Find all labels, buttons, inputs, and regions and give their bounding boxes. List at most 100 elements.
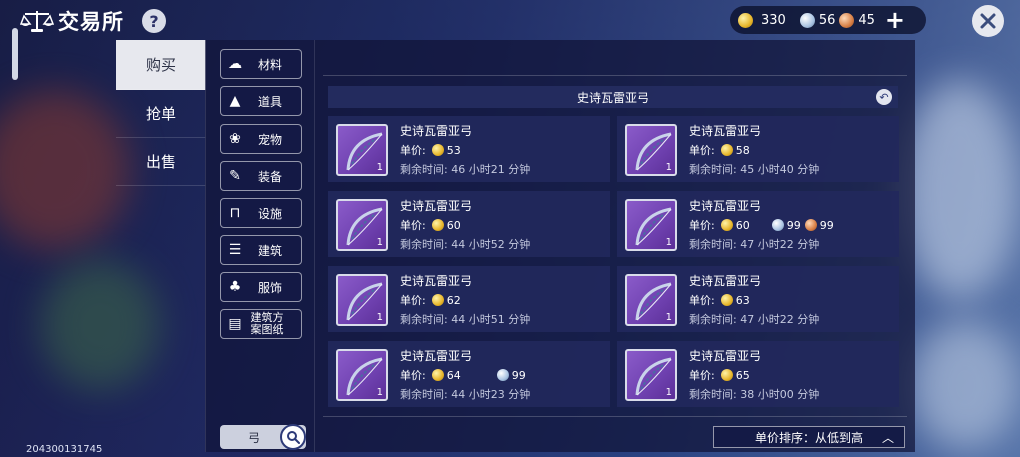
category-blueprints[interactable]: ▤ 建筑方案图纸 bbox=[220, 309, 302, 339]
silver-coin-icon bbox=[799, 12, 815, 28]
price-row: 单价: 63 bbox=[689, 292, 750, 308]
category-clothing[interactable]: ♣ 服饰 bbox=[220, 272, 302, 302]
page-title: 交易所 bbox=[58, 10, 124, 34]
price-row: 单价: 60 99 99 bbox=[689, 217, 834, 233]
price-row: 单价: 58 bbox=[689, 142, 750, 158]
gold-coin-icon bbox=[720, 369, 733, 381]
price-label: 单价: bbox=[400, 294, 426, 307]
gold-price: 62 bbox=[446, 293, 461, 307]
item-name: 史诗瓦雷亚弓 bbox=[689, 124, 762, 138]
price-row: 单价: 62 bbox=[400, 292, 461, 308]
tab-buy[interactable]: 购买 bbox=[116, 40, 206, 90]
remaining-time: 剩余时间: 44 小时51 分钟 bbox=[400, 311, 530, 327]
time-label: 剩余时间: bbox=[400, 388, 448, 401]
gold-coin-icon bbox=[720, 294, 733, 306]
category-materials[interactable]: ☁ 材料 bbox=[220, 49, 302, 79]
listing-card[interactable]: 1 史诗瓦雷亚弓 单价: 62 剩余时间: 44 小时51 分钟 bbox=[328, 266, 610, 332]
back-button[interactable]: ↶ bbox=[876, 89, 892, 105]
add-currency-button[interactable]: + bbox=[885, 8, 905, 32]
category-props[interactable]: ▲ 道具 bbox=[220, 86, 302, 116]
category-pets[interactable]: ❀ 宠物 bbox=[220, 124, 302, 154]
item-quantity: 1 bbox=[376, 387, 383, 398]
gold-coin-icon bbox=[720, 219, 733, 231]
listing-card[interactable]: 1 史诗瓦雷亚弓 单价: 63 剩余时间: 47 小时22 分钟 bbox=[617, 266, 899, 332]
sort-label: 单价排序：从低到高 bbox=[754, 430, 863, 445]
remaining-time: 剩余时间: 47 小时22 分钟 bbox=[689, 311, 819, 327]
close-button[interactable] bbox=[972, 5, 1004, 37]
silver-price: 99 bbox=[786, 218, 801, 232]
listing-panel: 史诗瓦雷亚弓 ↶ 1 史诗瓦雷亚弓 单价: 53 剩余时间: 46 小时21 分钟 1 史诗… bbox=[315, 40, 915, 452]
remaining-time: 剩余时间: 44 小时52 分钟 bbox=[400, 236, 530, 252]
chevron-up-icon: ︿ bbox=[881, 431, 894, 445]
clothing-icon: ♣ bbox=[228, 279, 242, 295]
item-name: 史诗瓦雷亚弓 bbox=[689, 274, 762, 288]
equipment-icon: ✎ bbox=[229, 168, 241, 184]
time-label: 剩余时间: bbox=[400, 238, 448, 251]
price-label: 单价: bbox=[400, 219, 426, 232]
silver-coin-icon bbox=[771, 219, 784, 231]
item-thumbnail: 1 bbox=[625, 349, 677, 401]
item-quantity: 1 bbox=[665, 162, 672, 173]
time-label: 剩余时间: bbox=[689, 163, 737, 176]
listing-card[interactable]: 1 史诗瓦雷亚弓 单价: 60 99 99 剩余时间: 47 小时22 分钟 bbox=[617, 191, 899, 257]
item-name: 史诗瓦雷亚弓 bbox=[689, 199, 762, 213]
listing-card[interactable]: 1 史诗瓦雷亚弓 单价: 60 剩余时间: 44 小时52 分钟 bbox=[328, 191, 610, 257]
gold-coin-icon bbox=[720, 144, 733, 156]
category-label: 设施 bbox=[257, 206, 282, 221]
close-icon bbox=[980, 13, 996, 29]
silver-price: 99 bbox=[511, 368, 526, 382]
search-button[interactable] bbox=[280, 424, 306, 450]
divider bbox=[323, 416, 907, 417]
item-name: 史诗瓦雷亚弓 bbox=[400, 274, 473, 288]
paw-icon: ❀ bbox=[229, 131, 241, 147]
item-thumbnail: 1 bbox=[625, 124, 677, 176]
item-thumbnail: 1 bbox=[336, 199, 388, 251]
item-name: 史诗瓦雷亚弓 bbox=[689, 349, 762, 363]
item-thumbnail: 1 bbox=[625, 199, 677, 251]
listing-card[interactable]: 1 史诗瓦雷亚弓 单价: 65 剩余时间: 38 小时00 分钟 bbox=[617, 341, 899, 407]
currency-bar: 330 56 45 + bbox=[730, 6, 926, 34]
remaining-time: 剩余时间: 45 小时40 分钟 bbox=[689, 161, 819, 177]
time-label: 剩余时间: bbox=[689, 388, 737, 401]
category-facilities[interactable]: ⊓ 设施 bbox=[220, 198, 302, 228]
listing-card[interactable]: 1 史诗瓦雷亚弓 单价: 53 剩余时间: 46 小时21 分钟 bbox=[328, 116, 610, 182]
time-value: 47 小时22 分钟 bbox=[740, 238, 820, 251]
side-scrollbar[interactable] bbox=[12, 28, 18, 80]
item-header-title: 史诗瓦雷亚弓 bbox=[576, 90, 649, 105]
time-value: 47 小时22 分钟 bbox=[740, 313, 820, 326]
search-icon bbox=[287, 431, 300, 444]
tab-sell[interactable]: 出售 bbox=[116, 138, 206, 186]
silver-amount: 56 bbox=[818, 12, 836, 28]
item-header: 史诗瓦雷亚弓 ↶ bbox=[328, 86, 898, 108]
scale-icon bbox=[20, 11, 54, 32]
category-label: 材料 bbox=[257, 57, 282, 72]
listing-card[interactable]: 1 史诗瓦雷亚弓 单价: 58 剩余时间: 45 小时40 分钟 bbox=[617, 116, 899, 182]
gold-price: 60 bbox=[735, 218, 750, 232]
tab-grab-order[interactable]: 抢单 bbox=[116, 90, 206, 138]
category-buildings[interactable]: ☰ 建筑 bbox=[220, 235, 302, 265]
remaining-time: 剩余时间: 44 小时23 分钟 bbox=[400, 386, 530, 402]
category-label: 建筑 bbox=[257, 243, 282, 258]
gold-coin-icon bbox=[738, 12, 753, 28]
copper-amount: 45 bbox=[858, 12, 875, 28]
category-sidebar: ☁ 材料 ▲ 道具 ❀ 宠物 ✎ 装备 ⊓ 设施 ☰ 建筑 ♣ 服饰 ▤ 建筑方… bbox=[205, 40, 315, 452]
category-label: 服饰 bbox=[257, 280, 282, 295]
blueprint-icon: ▤ bbox=[228, 316, 242, 332]
gold-amount: 330 bbox=[761, 12, 786, 28]
background-blob bbox=[40, 260, 160, 390]
main-tabs: 购买 抢单 出售 bbox=[116, 40, 206, 186]
price-label: 单价: bbox=[689, 294, 715, 307]
sort-dropdown[interactable]: 单价排序：从低到高 ︿ bbox=[713, 426, 905, 448]
header: 交易所 ? bbox=[20, 6, 166, 36]
item-thumbnail: 1 bbox=[336, 349, 388, 401]
item-quantity: 1 bbox=[376, 237, 383, 248]
listing-card[interactable]: 1 史诗瓦雷亚弓 单价: 64 99 剩余时间: 44 小时23 分钟 bbox=[328, 341, 610, 407]
time-value: 38 小时00 分钟 bbox=[740, 388, 820, 401]
time-value: 44 小时23 分钟 bbox=[451, 388, 531, 401]
help-button[interactable]: ? bbox=[142, 9, 166, 33]
category-label: 宠物 bbox=[257, 132, 282, 147]
price-label: 单价: bbox=[689, 219, 715, 232]
category-equipment[interactable]: ✎ 装备 bbox=[220, 161, 302, 191]
price-label: 单价: bbox=[689, 369, 715, 382]
remaining-time: 剩余时间: 47 小时22 分钟 bbox=[689, 236, 819, 252]
